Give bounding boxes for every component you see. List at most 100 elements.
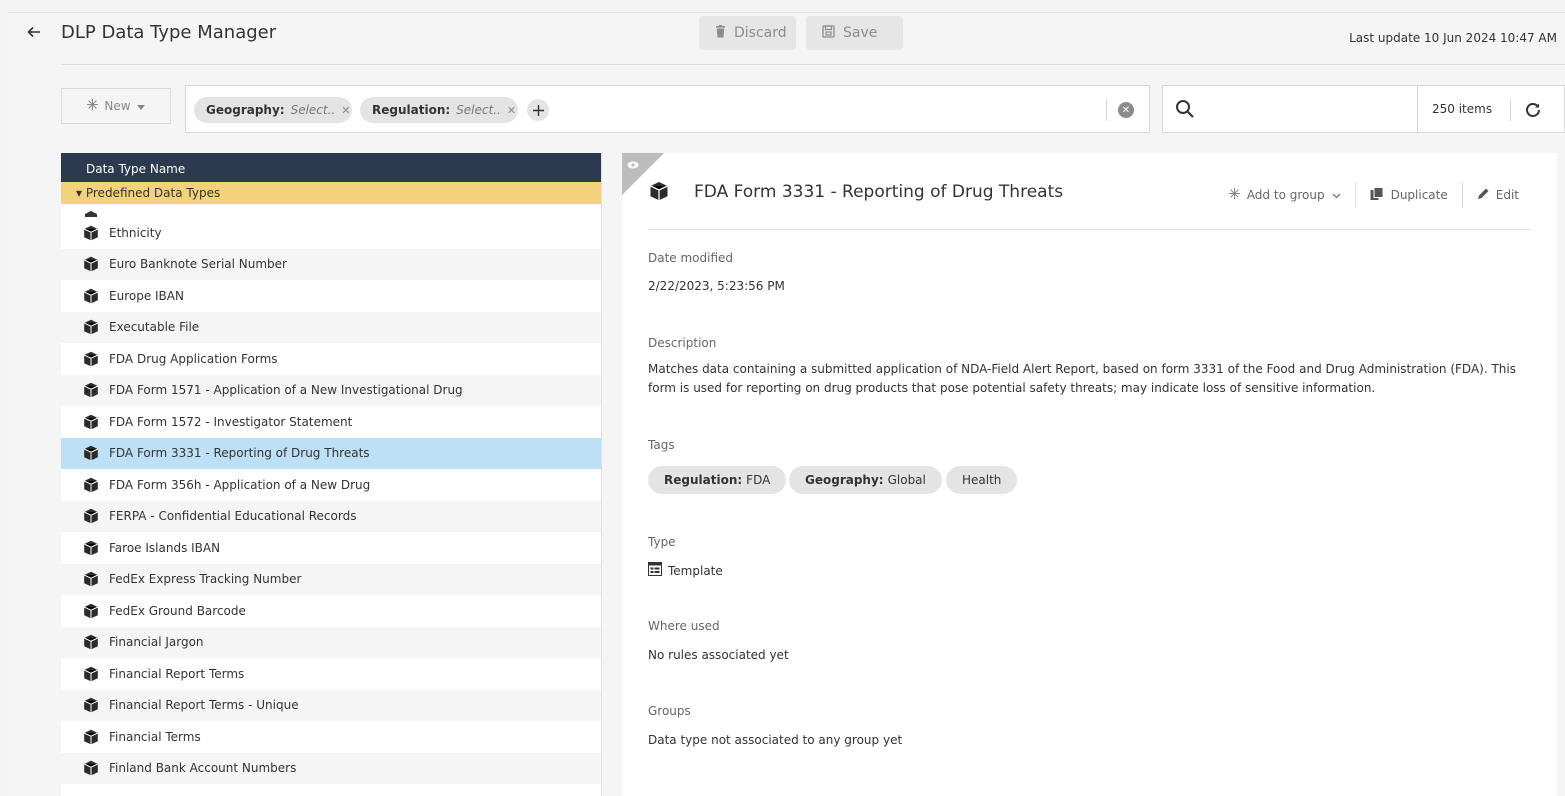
detail-pane: FDA Form 3331 - Reporting of Drug Threat… (622, 153, 1557, 796)
list-item-label: FERPA - Confidential Educational Records (109, 509, 357, 524)
caret-down-icon: ▾ (76, 186, 83, 200)
add-to-group-button[interactable]: Add to group (1215, 181, 1355, 209)
edit-button[interactable]: Edit (1463, 181, 1533, 209)
type-value: Template (668, 563, 723, 578)
duplicate-label: Duplicate (1390, 188, 1448, 202)
list-item[interactable]: Financial Jargon (61, 626, 601, 658)
where-used-value: No rules associated yet (648, 648, 789, 662)
list-item-label: Executable File (109, 320, 200, 335)
list-item[interactable]: FERPA - Confidential Educational Records (61, 500, 601, 532)
groups-value: Data type not associated to any group ye… (648, 733, 903, 747)
list-item-label: FDA Form 1571 - Application of a New Inv… (109, 383, 463, 398)
data-type-cube-icon (649, 181, 669, 201)
list-item[interactable]: FDA Form 1572 - Investigator Statement (61, 406, 601, 438)
list-item-label: FDA Drug Application Forms (109, 351, 278, 366)
list-item[interactable]: Financial Report Terms - Unique (61, 689, 601, 721)
duplicate-icon (1370, 186, 1384, 204)
list-item[interactable]: FDA Form 3331 - Reporting of Drug Threat… (61, 437, 601, 469)
header-divider (61, 64, 1565, 65)
data-type-cube-icon (83, 729, 99, 745)
filter-key: Regulation: (372, 103, 451, 117)
filter-value: Select.. (290, 103, 336, 117)
list-item[interactable]: Financial Report Terms (61, 658, 601, 690)
list-item-label: Finland Bank Account Numbers (109, 761, 297, 776)
list-item-label: FedEx Ground Barcode (109, 603, 246, 618)
group-header-predefined[interactable]: ▾ Predefined Data Types (61, 182, 601, 204)
data-type-cube-icon (83, 540, 99, 556)
list-item-label: Financial Report Terms (109, 666, 245, 681)
type-value-row: Template (648, 562, 723, 579)
app-window: DLP Data Type Manager Discard Save Last … (0, 0, 1565, 796)
list-item-label: Financial Jargon (109, 635, 204, 650)
data-type-cube-icon (83, 666, 99, 682)
close-icon[interactable]: ✕ (341, 104, 350, 117)
description-label: Description (648, 336, 717, 350)
close-icon[interactable]: ✕ (507, 104, 516, 117)
sparkle-icon (1228, 188, 1240, 202)
data-type-cube-icon (83, 698, 99, 713)
data-type-cube-icon (83, 414, 99, 430)
list-item[interactable]: FDA Form 1571 - Application of a New Inv… (61, 374, 601, 406)
list-item[interactable]: FDA Drug Application Forms (61, 343, 601, 375)
data-type-cube-icon (83, 509, 99, 524)
pencil-icon (1477, 188, 1489, 203)
geography-filter-chip[interactable]: Geography: Select.. ✕ (194, 97, 352, 123)
new-button[interactable]: New (61, 88, 171, 124)
clear-filters-icon[interactable]: ✕ (1118, 102, 1134, 118)
date-modified-label: Date modified (648, 251, 734, 265)
save-label: Save (843, 25, 878, 41)
search-input[interactable] (1162, 85, 1418, 133)
list-rows: Ethnicity Euro Banknote Serial Number Euro… (61, 217, 601, 784)
list-item-label: FedEx Express Tracking Number (109, 572, 302, 587)
list-item[interactable]: Financial Terms (61, 721, 601, 753)
list-item[interactable]: Euro Banknote Serial Number (61, 248, 601, 280)
detail-divider (648, 229, 1531, 230)
list-item-label: FDA Form 356h - Application of a New Dru… (109, 477, 371, 492)
tag-key: Regulation: (664, 473, 743, 487)
column-header-name[interactable]: Data Type Name (61, 153, 601, 182)
regulation-filter-chip[interactable]: Regulation: Select.. ✕ (360, 97, 518, 123)
tag-value: Health (962, 473, 1002, 487)
list-item[interactable]: FDA Form 356h - Application of a New Dru… (61, 469, 601, 501)
save-icon (822, 24, 835, 42)
tag-value: FDA (746, 473, 771, 487)
tag-geography: Geography: Global (789, 466, 942, 494)
items-count: 250 items (1432, 102, 1493, 116)
data-type-cube-icon (83, 635, 99, 650)
data-type-cube-icon (83, 603, 99, 619)
page-title: DLP Data Type Manager (61, 22, 277, 43)
caret-down-icon (136, 99, 145, 113)
list-item[interactable]: Faroe Islands IBAN (61, 532, 601, 564)
refresh-icon[interactable] (1522, 99, 1544, 121)
list-item[interactable]: Finland Bank Account Numbers (61, 752, 601, 784)
data-type-cube-icon (83, 225, 99, 241)
list-item-label: Financial Terms (109, 729, 201, 744)
data-type-cube-icon (83, 288, 99, 304)
new-label: New (104, 99, 131, 113)
save-button[interactable]: Save (806, 16, 903, 50)
data-type-cube-icon (83, 477, 99, 493)
list-item-label: FDA Form 1572 - Investigator Statement (109, 414, 353, 429)
trash-icon (715, 24, 726, 42)
detail-actions: Add to group Duplicate Edit (1215, 181, 1533, 209)
list-item[interactable]: FedEx Ground Barcode (61, 595, 601, 627)
list-item[interactable]: Europe IBAN (61, 280, 601, 312)
tag-regulation: Regulation: FDA (648, 466, 787, 494)
add-filter-plus-icon[interactable] (527, 99, 549, 121)
list-item[interactable]: Ethnicity (61, 217, 601, 249)
discard-button[interactable]: Discard (699, 16, 796, 50)
list-item[interactable]: FedEx Express Tracking Number (61, 563, 601, 595)
tag-key: Geography: (805, 473, 884, 487)
data-type-list: Data Type Name ▾ Predefined Data Types E… (61, 153, 602, 796)
description-value: Matches data containing a submitted appl… (648, 362, 1516, 395)
back-arrow-icon[interactable] (26, 24, 42, 40)
data-type-cube-icon (83, 320, 99, 335)
discard-label: Discard (734, 25, 787, 41)
add-to-group-label: Add to group (1246, 188, 1325, 202)
data-type-cube-icon (83, 761, 99, 776)
list-item-label: Ethnicity (109, 225, 162, 240)
list-item[interactable]: Executable File (61, 311, 601, 343)
duplicate-button[interactable]: Duplicate (1356, 181, 1462, 209)
group-label: Predefined Data Types (85, 186, 221, 200)
filter-divider (1106, 99, 1107, 121)
